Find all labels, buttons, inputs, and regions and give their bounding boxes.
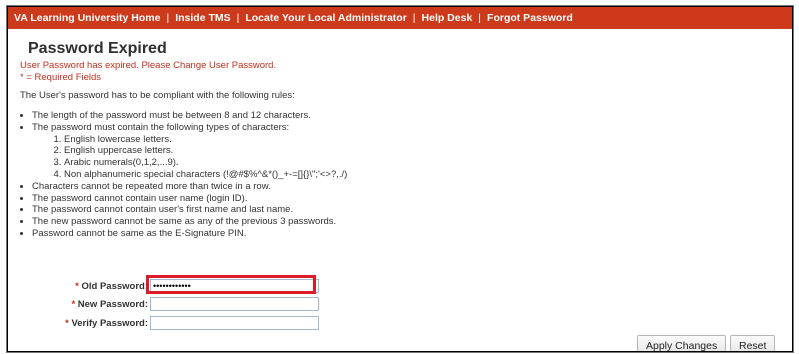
- top-nav-bar: VA Learning University Home | Inside TMS…: [8, 7, 792, 29]
- rule-no-username: The password cannot contain user name (l…: [32, 193, 792, 205]
- verify-password-row: * Verify Password:: [8, 316, 319, 330]
- rule-no-repeat: Characters cannot be repeated more than …: [32, 181, 792, 193]
- rules-intro: The User's password has to be compliant …: [20, 90, 295, 101]
- reset-button[interactable]: Reset: [730, 335, 776, 351]
- error-message: User Password has expired. Please Change…: [20, 60, 277, 71]
- nav-link-help-desk[interactable]: Help Desk: [422, 12, 473, 24]
- new-password-field[interactable]: [150, 297, 319, 311]
- page-title: Password Expired: [28, 40, 167, 57]
- nav-separator: |: [478, 12, 482, 24]
- char-type-lowercase: English lowercase letters.: [64, 134, 792, 146]
- rule-character-types-label: The password must contain the following …: [32, 121, 290, 133]
- nav-separator: |: [236, 12, 240, 24]
- apply-changes-button[interactable]: Apply Changes: [637, 335, 727, 351]
- rule-length: The length of the password must be betwe…: [32, 110, 792, 122]
- old-password-highlight-box: [146, 275, 316, 294]
- char-type-special: Non alphanumeric special characters (!@#…: [64, 169, 792, 181]
- new-password-label-text: New Password:: [77, 298, 148, 310]
- required-marker: *: [65, 317, 69, 329]
- nav-link-inside-tms[interactable]: Inside TMS: [175, 12, 230, 24]
- character-types-list: English lowercase letters. English upper…: [32, 134, 792, 181]
- nav-link-va-learning-home[interactable]: VA Learning University Home: [14, 12, 160, 24]
- verify-password-label: * Verify Password:: [8, 318, 150, 329]
- nav-separator: |: [166, 12, 170, 24]
- old-password-label: * Old Password:: [8, 281, 150, 292]
- required-fields-note: * = Required Fields: [20, 72, 102, 83]
- browser-frame: VA Learning University Home | Inside TMS…: [7, 6, 793, 352]
- main-content: Password Expired User Password has expir…: [8, 29, 792, 240]
- char-type-numerals: Arabic numerals(0,1,2,...9).: [64, 157, 792, 169]
- nav-link-forgot-password[interactable]: Forgot Password: [487, 12, 573, 24]
- password-rules-list: The length of the password must be betwe…: [20, 110, 792, 240]
- new-password-label: * New Password:: [8, 299, 150, 310]
- rule-character-types: The password must contain the following …: [32, 122, 792, 181]
- rule-no-name: The password cannot contain user's first…: [32, 204, 792, 216]
- char-type-uppercase: English uppercase letters.: [64, 145, 792, 157]
- required-marker: *: [75, 280, 79, 292]
- rule-no-previous: The new password cannot be same as any o…: [32, 216, 792, 228]
- old-password-label-text: Old Password:: [81, 280, 148, 292]
- new-password-row: * New Password:: [8, 297, 319, 311]
- required-marker: *: [71, 298, 76, 310]
- rule-not-esignature-pin: Password cannot be same as the E-Signatu…: [32, 228, 792, 240]
- verify-password-field[interactable]: [150, 316, 319, 330]
- nav-link-locate-administrator[interactable]: Locate Your Local Administrator: [245, 12, 406, 24]
- nav-separator: |: [412, 12, 416, 24]
- verify-password-label-text: Verify Password:: [71, 317, 148, 329]
